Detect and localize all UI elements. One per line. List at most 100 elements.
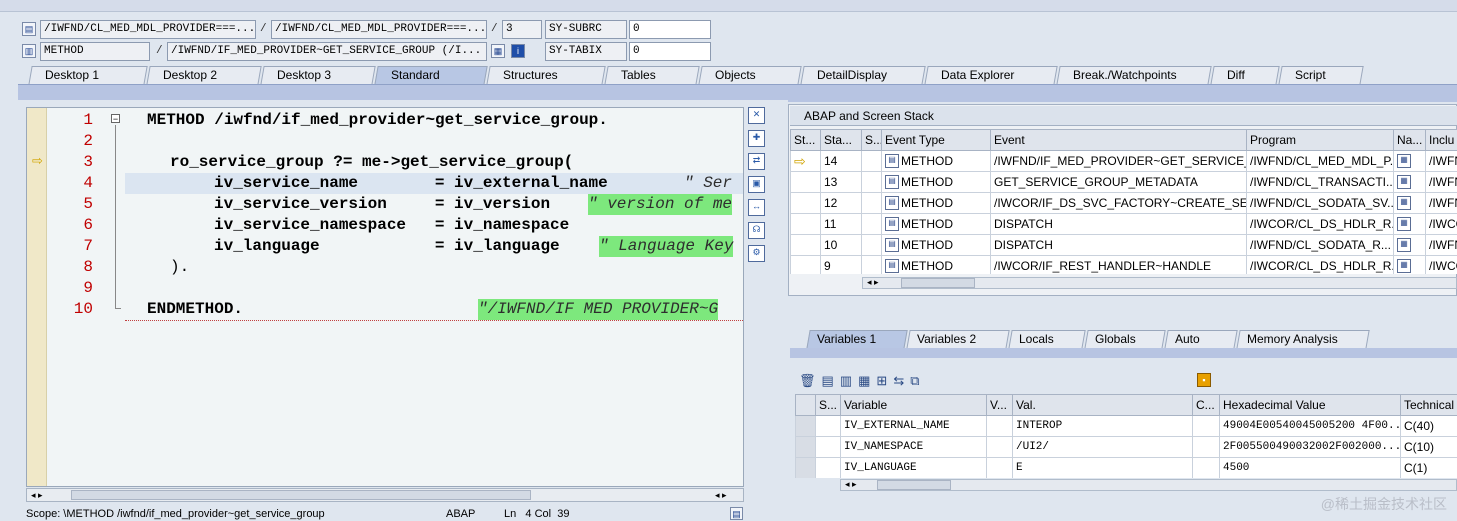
variable-value[interactable]: /UI2/ [1012,436,1193,458]
program-cell[interactable]: /IWFND/CL_SODATA_SV... [1246,192,1394,214]
col-header[interactable]: S... [815,394,841,416]
row-selector[interactable] [795,415,816,437]
tab-desktop-1[interactable]: Desktop 1 [28,66,148,85]
save-layout-icon[interactable]: ▥ [840,373,852,389]
variable-name[interactable]: IV_NAMESPACE [840,436,987,458]
tab-variables-2[interactable]: Variables 2 [906,330,1010,349]
col-header[interactable]: Technical T [1400,394,1457,416]
program-cell[interactable]: /IWCOR/CL_DS_HDLR_R... [1246,213,1394,235]
source-code-icon[interactable]: ▤ [22,22,36,36]
variable-name[interactable]: IV_LANGUAGE [840,457,987,478]
row-selector[interactable] [795,457,816,478]
event-cell[interactable]: DISPATCH [990,234,1247,256]
col-header[interactable]: Val. [1012,394,1193,416]
sysvar-name-field-2[interactable]: SY-TABIX [545,42,627,61]
tab-detaildisplay[interactable]: DetailDisplay [800,66,926,85]
info-icon[interactable]: i [511,44,525,58]
col-header[interactable]: Inclu [1425,129,1457,151]
navigate-icon[interactable]: ▦ [1397,217,1411,232]
table-row[interactable]: 9 ▤ METHOD /IWCOR/IF_REST_HANDLER~HANDLE … [790,255,1457,274]
close-icon[interactable]: ✕ [748,107,765,124]
tab-script[interactable]: Script [1278,66,1364,85]
maximize-icon[interactable]: ▣ [748,176,765,193]
program-field-1[interactable]: /IWFND/CL_MED_MDL_PROVIDER===... [40,20,256,39]
tab-tables[interactable]: Tables [604,66,700,85]
scroll-arrows-icon[interactable]: ◂ ▸ [845,479,857,490]
table-row[interactable]: ⇨ 14 ▤ METHOD /IWFND/IF_MED_PROVIDER~GET_… [790,150,1457,172]
tab-memory-analysis[interactable]: Memory Analysis [1236,330,1370,349]
col-header[interactable]: Hexadecimal Value [1219,394,1401,416]
variable-name[interactable]: IV_EXTERNAL_NAME [840,415,987,437]
navigate-icon[interactable]: ▦ [1397,259,1411,274]
col-header[interactable]: Sta... [820,129,862,151]
variable-value[interactable]: E [1012,457,1193,478]
tab-breakpoints[interactable]: Break./Watchpoints [1056,66,1212,85]
col-header[interactable]: Na... [1393,129,1426,151]
save-icon[interactable]: ▪ [1197,373,1211,387]
program-field-2[interactable]: /IWFND/CL_MED_MDL_PROVIDER===... [271,20,487,39]
tab-desktop-2[interactable]: Desktop 2 [146,66,262,85]
scroll-arrows-icon[interactable]: ◂ ▸ [867,277,879,288]
stack-horizontal-scrollbar[interactable]: ◂ ▸ [862,277,1457,289]
navigate-icon[interactable]: ▦ [1397,196,1411,211]
scroll-right-icon[interactable]: ◂ ▸ [715,489,727,501]
col-header[interactable]: C... [1192,394,1220,416]
tab-auto[interactable]: Auto [1164,330,1238,349]
event-cell[interactable]: /IWFND/IF_MED_PROVIDER~GET_SERVICE_... [990,150,1247,172]
event-type-field[interactable]: METHOD [40,42,150,61]
swap-tool-icon[interactable]: ⇄ [748,153,765,170]
program-cell[interactable]: /IWFND/CL_MED_MDL_P... [1246,150,1394,172]
sysvar-value-field-2[interactable]: 0 [629,42,711,61]
navigate-icon[interactable]: ▦ [1397,154,1411,169]
sysvar-value-field[interactable]: 0 [629,20,711,39]
event-cell[interactable]: GET_SERVICE_GROUP_METADATA [990,171,1247,193]
editor-horizontal-scrollbar[interactable]: ◂ ▸ ◂ ▸ [26,488,744,502]
source-editor[interactable]: ⇨ − 1 2 3 4 5 6 7 8 9 10 METHOD /iwfnd/i… [26,107,744,487]
delete-layout-icon[interactable]: ▦ [858,373,870,389]
col-header[interactable]: Variable [840,394,987,416]
program-cell[interactable]: /IWCOR/CL_DS_HDLR_R... [1246,255,1394,274]
col-header[interactable]: Program [1246,129,1394,151]
col-header[interactable]: V... [986,394,1013,416]
col-header[interactable]: Event Type [881,129,991,151]
row-selector[interactable] [795,436,816,458]
scroll-thumb[interactable] [901,278,975,288]
display-object-icon[interactable]: ▦ [491,44,505,58]
variables-horizontal-scrollbar[interactable]: ◂ ▸ [840,479,1457,491]
tab-standard[interactable]: Standard [374,66,488,85]
tab-globals[interactable]: Globals [1084,330,1166,349]
load-layout-icon[interactable]: ▤ [822,373,834,389]
collapse-icon[interactable]: − [111,114,120,124]
variable-value[interactable]: INTEROP [1012,415,1193,437]
table-row[interactable]: IV_NAMESPACE /UI2/ 2F005500490032002F002… [795,436,1457,458]
table-row[interactable]: 10 ▤ METHOD DISPATCH /IWFND/CL_SODATA_R..… [790,234,1457,256]
navigate-icon[interactable]: ▦ [1397,238,1411,253]
editor-mode-icon[interactable]: ▤ [730,507,743,520]
method-icon[interactable]: ▥ [22,44,36,58]
event-cell[interactable]: DISPATCH [990,213,1247,235]
navigate-icon[interactable]: ▦ [1397,175,1411,190]
scroll-thumb[interactable] [71,490,531,500]
tab-structures[interactable]: Structures [486,66,606,85]
table-row[interactable]: IV_LANGUAGE E 4500 C(1) [795,457,1457,478]
program-cell[interactable]: /IWFND/CL_SODATA_R... [1246,234,1394,256]
tab-variables-1[interactable]: Variables 1 [806,330,908,349]
table-row[interactable]: 11 ▤ METHOD DISPATCH /IWCOR/CL_DS_HDLR_R.… [790,213,1457,235]
copy-icon[interactable]: ⧉ [910,373,919,389]
col-header[interactable]: S... [861,129,882,151]
event-cell[interactable]: /IWCOR/IF_REST_HANDLER~HANDLE [990,255,1247,274]
program-cell[interactable]: /IWFND/CL_TRANSACTI... [1246,171,1394,193]
tab-locals[interactable]: Locals [1008,330,1086,349]
resize-icon[interactable]: ↔ [748,199,765,216]
delete-icon[interactable]: 🗑 [799,373,816,389]
transfer-icon[interactable]: ⇆ [893,373,904,389]
event-name-field[interactable]: /IWFND/IF_MED_PROVIDER~GET_SERVICE_GROUP… [167,42,487,61]
tab-objects[interactable]: Objects [698,66,802,85]
table-row[interactable]: IV_EXTERNAL_NAME INTEROP 49004E005400450… [795,415,1457,437]
table-row[interactable]: 12 ▤ METHOD /IWCOR/IF_DS_SVC_FACTORY~CREA… [790,192,1457,214]
services-icon[interactable]: ☊ [748,222,765,239]
settings-icon[interactable]: ⚙ [748,245,765,262]
tab-data-explorer[interactable]: Data Explorer [924,66,1058,85]
col-header[interactable]: St... [790,129,821,151]
line-field[interactable]: 3 [502,20,542,39]
